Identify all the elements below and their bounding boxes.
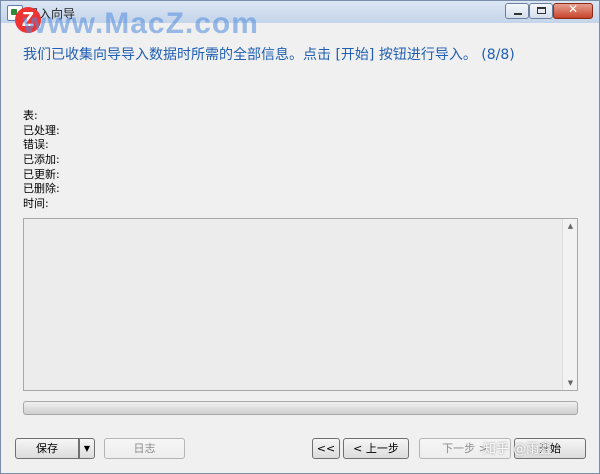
dropdown-arrow-icon: ▼ <box>83 444 91 453</box>
scroll-down-icon[interactable]: ▼ <box>563 376 578 390</box>
stat-deleted-label: 已删除: <box>23 182 60 196</box>
maximize-icon <box>537 7 546 14</box>
import-wizard-window: 导入向导 ✕ Z www.MacZ.com 我们已收集向导导入数据时所需的全部信… <box>0 0 600 474</box>
watermark-text: www.MacZ.com <box>23 7 259 40</box>
close-button[interactable]: ✕ <box>553 2 593 19</box>
close-icon: ✕ <box>567 2 579 16</box>
scroll-up-icon[interactable]: ▲ <box>563 219 578 233</box>
log-scrollbar[interactable]: ▲ ▼ <box>562 219 577 390</box>
import-progress-bar <box>23 401 578 415</box>
save-dropdown-button[interactable]: ▼ <box>79 438 95 459</box>
maximize-button[interactable] <box>529 3 553 19</box>
minimize-button[interactable] <box>505 3 529 19</box>
first-step-button[interactable]: << <box>312 438 340 459</box>
previous-button[interactable]: < 上一步 <box>343 438 409 459</box>
log-output-area[interactable]: ▲ ▼ <box>23 218 578 391</box>
stat-processed-label: 已处理: <box>23 123 60 137</box>
stat-errors-label: 错误: <box>23 138 49 152</box>
import-stats: 表: 已处理: 错误: 已添加: 已更新: 已删除: 时间: <box>23 109 60 212</box>
wizard-heading: 我们已收集向导导入数据时所需的全部信息。点击 [开始] 按钮进行导入。 (8/8… <box>23 47 515 63</box>
minimize-icon <box>514 13 522 15</box>
stat-time-label: 时间: <box>23 197 49 211</box>
log-button[interactable]: 日志 <box>104 438 185 459</box>
stat-added-label: 已添加: <box>23 153 60 167</box>
stat-table-label: 表: <box>23 109 38 122</box>
save-button[interactable]: 保存 <box>15 438 79 459</box>
stat-updated-label: 已更新: <box>23 167 60 181</box>
zhihu-watermark: 知乎 @雨鑫 <box>483 442 553 457</box>
